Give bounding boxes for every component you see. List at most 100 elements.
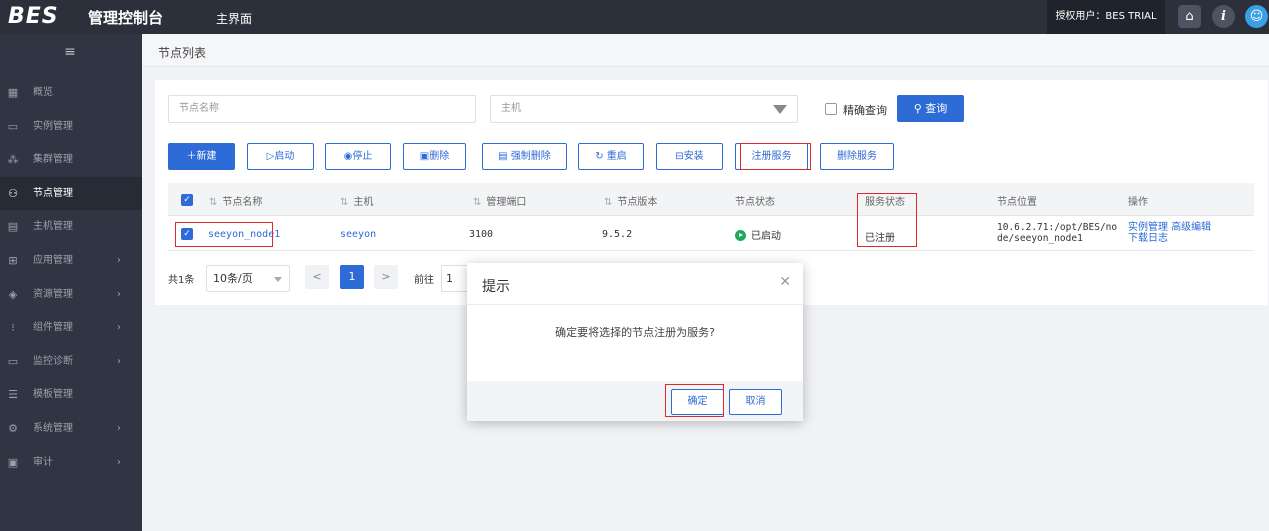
sidebar-item-label: 实例管理 [33,120,73,132]
sidebar-item-label: 监控诊断 [33,355,73,367]
node-location: 10.6.2.71:/opt/BES/no de/seeyon_node1 [997,222,1118,244]
new-button[interactable]: ＋新建 [168,143,235,170]
node-highlight-box [175,222,273,247]
select-all-checkbox[interactable]: ✓ [181,194,193,206]
sidebar-item-label: 资源管理 [33,288,73,300]
page-1-button[interactable]: 1 [340,265,364,289]
caret-down-icon [773,105,787,114]
sidebar-item[interactable]: ▤ 主机管理 [0,210,142,243]
col-location: 节点位置 [997,197,1037,208]
sidebar-item-label: 组件管理 [33,322,73,334]
col-actions: 操作 [1128,197,1148,208]
sidebar-item[interactable]: ⚙ 系统管理 › [0,412,142,445]
col-name[interactable]: ⇅ 节点名称 [209,193,262,208]
caret-down-icon [274,277,282,282]
chevron-right-icon: › [117,288,121,300]
exact-query-checkbox[interactable] [825,103,837,115]
app-icon: ⊞ [8,254,18,267]
sidebar-item[interactable]: ▣ 审计 › [0,446,142,479]
col-port[interactable]: ⇅ 管理端口 [473,193,526,208]
sidebar-item[interactable]: ⊞ 应用管理 › [0,244,142,277]
dialog-message: 确定要将选择的节点注册为服务? [555,326,715,339]
sidebar-item[interactable]: ◈ 资源管理 › [0,278,142,311]
search-icon: ⚲ [913,102,926,115]
next-page-button[interactable]: > [374,265,398,289]
avatar[interactable]: ☺ [1245,5,1268,28]
sidebar-item[interactable]: ▭ 监控诊断 › [0,345,142,378]
resource-icon: ◈ [8,287,18,301]
sidebar-item[interactable]: ▦ 概览 [0,76,142,109]
dialog-title: 提示 [482,279,510,295]
plus-icon: ＋ [186,151,197,162]
sort-icon: ⇅ [473,197,482,208]
col-host[interactable]: ⇅ 主机 [340,193,373,208]
version-cell: 9.5.2 [602,229,633,240]
sidebar-item[interactable]: ⚇ 节点管理 [0,176,142,210]
audit-icon: ▣ [7,455,19,469]
advanced-edit-link[interactable]: 高级编辑 [1171,222,1211,233]
download-log-link[interactable]: 下载日志 [1128,233,1168,244]
start-button[interactable]: ▷启动 [247,143,314,170]
table-row: ✓ seeyon_node1 seeyon 3100 9.5.2 已启动 已注册… [168,217,1254,251]
goto-label: 前往 [414,275,434,286]
node-name-input[interactable]: 节点名称 [168,95,476,123]
node-status: 已启动 [735,227,781,242]
install-icon: ⊟ [675,151,684,162]
stop-button[interactable]: ◉停止 [325,143,391,170]
prev-page-button[interactable]: < [305,265,329,289]
chevron-right-icon: › [117,423,121,434]
table-header: ✓ ⇅ 节点名称 ⇅ 主机 ⇅ 管理端口 ⇅ 节点版本 节点状态 服务状态 节点位置 操… [168,183,1254,216]
force-delete-icon: ▤ [498,151,511,162]
breadcrumb: 节点列表 [158,46,207,60]
sidebar-item-label: 概览 [33,87,53,98]
sidebar-item-label: 审计 [33,456,53,468]
host-select[interactable]: 主机 [490,95,798,123]
instance-icon: ▭ [7,119,19,133]
total-count: 共1条 [168,275,195,286]
top-bar: BES 管理控制台 主界面 授权用户：BES TRIAL ⌂ i ☺ [0,0,1269,34]
template-icon: ☰ [8,388,18,402]
register-highlight-box [740,143,811,170]
close-icon[interactable]: ✕ [779,274,791,290]
host-link[interactable]: seeyon [340,229,376,240]
cluster-icon: ⁂ [7,153,19,167]
sidebar-item-label: 集群管理 [33,154,73,166]
force-delete-button[interactable]: ▤ 强制删除 [482,143,567,170]
instance-manage-link[interactable]: 实例管理 [1128,222,1168,233]
sidebar-item[interactable]: ▭ 实例管理 [0,110,142,143]
unregister-service-button[interactable]: 删除服务 [820,143,894,170]
sidebar-item-label: 节点管理 [33,187,73,199]
home-icon[interactable]: ⌂ [1178,5,1201,28]
component-icon: ⁝ [11,321,15,335]
install-button[interactable]: ⊟安装 [656,143,723,170]
host-icon: ▤ [7,220,19,234]
sidebar-item[interactable]: ☰ 模板管理 [0,378,142,411]
delete-button[interactable]: ▣删除 [403,143,466,170]
chevron-right-icon: › [117,322,121,334]
query-button[interactable]: ⚲ 查询 [897,95,964,122]
sidebar-item[interactable]: ⁂ 集群管理 [0,143,142,176]
licensed-user: 授权用户：BES TRIAL [1047,0,1165,34]
sidebar-item[interactable]: ⁝ 组件管理 › [0,311,142,344]
exact-query-label: 精确查询 [843,104,887,117]
chevron-right-icon: › [117,456,121,468]
sidebar-item-label: 模板管理 [33,389,73,401]
dashboard-icon: ▦ [7,86,19,99]
col-version[interactable]: ⇅ 节点版本 [604,193,657,208]
main-nav-link[interactable]: 主界面 [216,10,252,27]
cancel-button[interactable]: 取消 [729,389,782,415]
confirm-highlight-box [665,384,724,417]
sort-icon: ⇅ [340,197,349,208]
settings-icon: ⚙ [8,422,18,435]
console-title: 管理控制台 [88,9,164,27]
restart-button[interactable]: ↻ 重启 [578,143,644,170]
page-size-select[interactable]: 10条/页 [206,265,290,292]
confirm-dialog: 提示 ✕ 确定要将选择的节点注册为服务? 确定 取消 [467,263,803,421]
monitor-icon: ▭ [7,354,19,368]
col-status: 节点状态 [735,197,775,208]
sidebar-item-label: 应用管理 [33,255,73,266]
info-icon[interactable]: i [1212,5,1235,28]
dialog-header: 提示 ✕ [467,263,803,305]
chevron-right-icon: › [117,255,121,266]
menu-collapse-icon[interactable]: ≡ [60,44,80,62]
